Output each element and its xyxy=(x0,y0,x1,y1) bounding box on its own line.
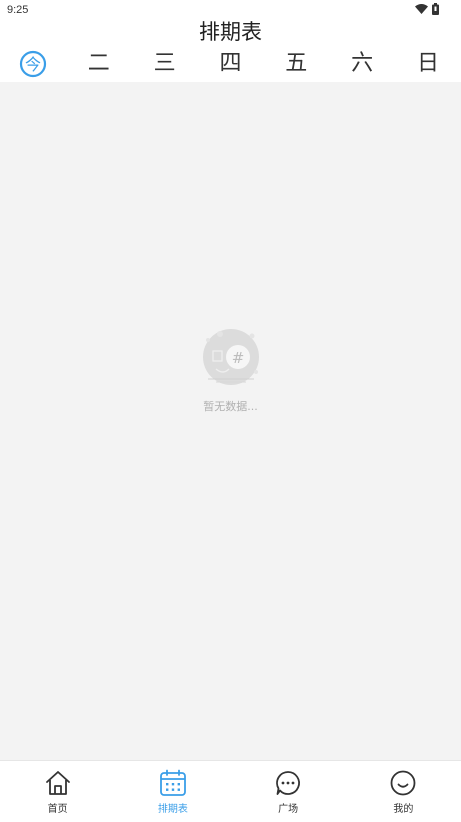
tab-home-label: 首页 xyxy=(47,804,68,815)
day-wed[interactable]: 三 xyxy=(145,46,185,82)
weekday-bar: 今 二 三 四 五 六 日 xyxy=(0,46,461,82)
status-icons xyxy=(415,3,439,15)
tab-plaza[interactable]: 广场 xyxy=(253,761,323,822)
empty-illustration-icon: # xyxy=(202,329,259,385)
battery-icon xyxy=(432,3,439,15)
today-badge-icon: 今 xyxy=(19,50,47,78)
smiley-icon xyxy=(390,770,416,796)
day-tue[interactable]: 二 xyxy=(79,46,119,82)
tab-mine-label: 我的 xyxy=(393,804,414,815)
day-today-label: 今 xyxy=(25,55,41,74)
schedule-content: # 暂无数据... xyxy=(0,82,461,760)
day-today[interactable]: 今 xyxy=(13,50,53,78)
svg-text:#: # xyxy=(231,349,244,367)
calendar-icon xyxy=(159,769,186,796)
day-sat[interactable]: 六 xyxy=(342,46,382,82)
day-thu[interactable]: 四 xyxy=(210,46,250,82)
home-icon xyxy=(45,771,70,795)
wifi-icon xyxy=(415,4,428,14)
day-sun[interactable]: 日 xyxy=(408,46,448,82)
page-title: 排期表 xyxy=(199,20,262,44)
status-bar: 9:25 xyxy=(0,0,461,20)
empty-state: # 暂无数据... xyxy=(0,322,461,414)
chat-bubble-icon xyxy=(276,771,301,795)
day-fri[interactable]: 五 xyxy=(276,46,316,82)
tab-schedule-label: 排期表 xyxy=(157,804,188,815)
tab-schedule[interactable]: 排期表 xyxy=(138,761,208,822)
tab-mine[interactable]: 我的 xyxy=(368,761,438,822)
tab-plaza-label: 广场 xyxy=(278,804,299,815)
empty-text: 暂无数据... xyxy=(203,400,258,413)
tab-home[interactable]: 首页 xyxy=(23,761,93,822)
status-time: 9:25 xyxy=(7,4,29,16)
bottom-tab-bar: 首页 排期表 广场 我的 xyxy=(0,760,461,822)
